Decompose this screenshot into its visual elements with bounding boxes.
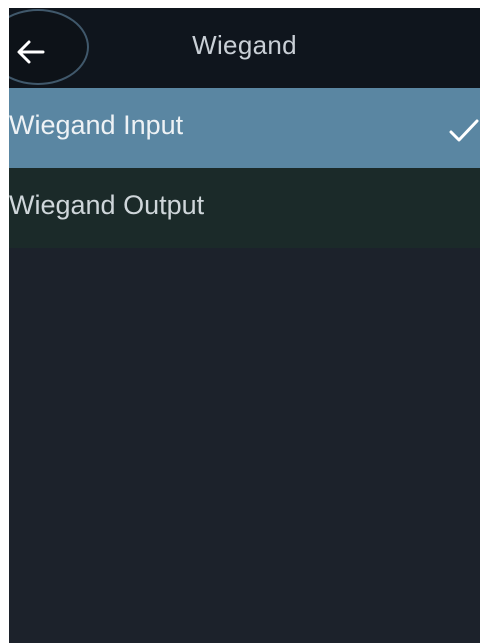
wiegand-screen: Wiegand Wiegand Input Wiegand Output bbox=[9, 8, 480, 643]
menu-item-label: Wiegand Input bbox=[9, 110, 184, 140]
menu-item-wiegand-output[interactable]: Wiegand Output bbox=[9, 168, 480, 248]
menu-item-label: Wiegand Output bbox=[9, 190, 205, 220]
menu-item-wiegand-input[interactable]: Wiegand Input bbox=[9, 88, 480, 168]
header-bar: Wiegand bbox=[9, 8, 480, 88]
check-icon bbox=[449, 119, 479, 142]
page-title: Wiegand bbox=[192, 30, 297, 60]
